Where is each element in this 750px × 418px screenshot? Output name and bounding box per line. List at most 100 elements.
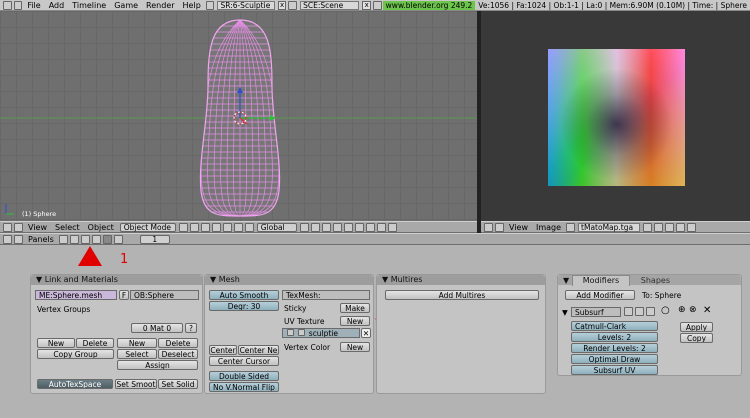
center-new-button[interactable]: Center Ne [238,345,279,355]
set-solid-button[interactable]: Set Solid [158,379,198,389]
auto-smooth-toggle[interactable]: Auto Smooth [209,290,279,300]
render-levels-field[interactable]: Render Levels: 2 [571,343,658,353]
vgroup-new-button[interactable]: New [37,338,75,348]
image-channel-icon[interactable] [676,222,686,232]
layer-1-icon[interactable] [299,222,309,232]
vgroup-delete-button[interactable]: Delete [76,338,114,348]
draw-type-icon[interactable] [178,222,188,232]
set-smooth-button[interactable]: Set Smoot [115,379,157,389]
material-select-button[interactable]: Select [117,349,157,359]
uv-layer-field[interactable]: sculptie [282,328,360,338]
levels-field[interactable]: Levels: 2 [571,332,658,342]
modifier-expand-icon[interactable]: ▼ [562,308,568,317]
uv-delete-button[interactable]: ✕ [361,328,371,338]
modifier-down-icon[interactable]: ⊗ [689,306,697,315]
autotexspace-toggle[interactable]: AutoTexSpace [37,379,113,389]
menu-object[interactable]: Object [84,223,118,232]
rotate-icon[interactable] [233,222,243,232]
translate-icon[interactable] [222,222,232,232]
material-new-button[interactable]: New [117,338,157,348]
modifier-name-field[interactable]: Subsurf [571,307,621,317]
editing-context-icon[interactable] [102,234,112,244]
material-delete-button[interactable]: Delete [158,338,198,348]
menu-image[interactable]: Image [532,223,565,232]
modifier-apply-button[interactable]: Apply [680,322,713,332]
tab-modifiers[interactable]: Modifiers [571,275,631,286]
uv-image-editor[interactable] [481,11,750,221]
menu-game[interactable]: Game [110,1,142,10]
screen-close-icon[interactable]: x [277,0,287,10]
scene-close-icon[interactable]: x [362,0,372,10]
panels-menu[interactable]: Panels [24,235,58,244]
snap-icon[interactable] [200,222,210,232]
collapse-menu-icon[interactable] [13,0,23,10]
menu-help[interactable]: Help [179,1,205,10]
center-button[interactable]: Center [209,345,237,355]
material-deselect-button[interactable]: Deselect [158,349,198,359]
no-vnormal-flip-toggle[interactable]: No V.Normal Flip [209,382,279,392]
pivot-icon[interactable] [189,222,199,232]
modifier-up-icon[interactable]: ⊕ [678,306,686,315]
3d-viewport[interactable]: (1) Sphere [0,11,477,221]
shading-context-icon[interactable] [80,234,90,244]
layer-6-icon[interactable] [354,222,364,232]
image-lock-icon[interactable] [654,222,664,232]
scene-field[interactable]: SCE:Scene [300,0,360,10]
menu-select[interactable]: Select [51,223,84,232]
material-index-field[interactable]: 0 Mat 0 [131,323,183,333]
blender-url[interactable]: www.blender.org 249.2 [382,0,476,10]
screen-browse-icon[interactable] [205,0,215,10]
layer-3-icon[interactable] [321,222,331,232]
editor-type-icon[interactable] [3,222,12,232]
double-sided-toggle[interactable]: Double Sided [209,371,279,381]
sticky-make-button[interactable]: Make [340,303,370,313]
window-type-icon[interactable] [3,0,12,10]
image-header-collapse-icon[interactable] [495,222,504,232]
scale-icon[interactable] [244,222,254,232]
material-assign-button[interactable]: Assign [117,360,198,370]
buttons-header-collapse-icon[interactable] [14,234,23,244]
modifier-remove-icon[interactable]: ✕ [703,306,711,316]
degree-field[interactable]: Degr: 30 [209,301,279,311]
object-name-field[interactable]: OB:Sphere [130,290,199,300]
mode-selector[interactable]: Object Mode [119,222,176,232]
fake-user-button[interactable]: F [119,290,129,300]
layer-2-icon[interactable] [310,222,320,232]
render-preview-icon[interactable] [376,222,386,232]
vertex-color-new-button[interactable]: New [340,342,370,352]
optimal-draw-toggle[interactable]: Optimal Draw [571,354,658,364]
menu-timeline[interactable]: Timeline [68,1,110,10]
material-help-button[interactable]: ? [185,323,197,333]
link-materials-title[interactable]: ▼ Link and Materials [31,275,202,285]
modifier-copy-button[interactable]: Copy [680,333,713,343]
center-cursor-button[interactable]: Center Cursor [209,356,279,366]
logic-context-icon[interactable] [58,234,68,244]
orientation-selector[interactable]: Global [256,222,297,232]
menu-view-image[interactable]: View [505,223,532,232]
header-collapse-icon[interactable] [14,222,23,232]
image-pin-icon[interactable] [643,222,653,232]
image-alpha-icon[interactable] [687,222,697,232]
subsurf-uv-toggle[interactable]: Subsurf UV [571,365,658,375]
menu-add[interactable]: Add [45,1,69,10]
image-editor-type-icon[interactable] [484,222,493,232]
copy-group-button[interactable]: Copy Group [37,349,114,359]
scene-context-icon[interactable] [113,234,123,244]
screen-field[interactable]: SR:6-Sculptie [217,0,275,10]
mesh-title[interactable]: ▼ Mesh [205,275,373,285]
texmesh-field[interactable]: TexMesh: [282,290,370,300]
layer-5-icon[interactable] [343,222,353,232]
subsurf-type-selector[interactable]: Catmull-Clark [571,321,658,331]
add-modifier-button[interactable]: Add Modifier [565,290,635,300]
camera-icon[interactable] [387,222,397,232]
scene-browse-icon[interactable] [288,0,298,10]
object-context-icon[interactable] [91,234,101,244]
menu-file[interactable]: File [23,1,44,10]
uv-new-button[interactable]: New [340,316,370,326]
tab-shapes[interactable]: Shapes [633,276,678,286]
image-browse-icon[interactable] [566,222,576,232]
script-context-icon[interactable] [69,234,79,244]
layer-4-icon[interactable] [332,222,342,232]
lock-icon[interactable] [365,222,375,232]
modifier-realtime-icon[interactable] [635,307,644,316]
